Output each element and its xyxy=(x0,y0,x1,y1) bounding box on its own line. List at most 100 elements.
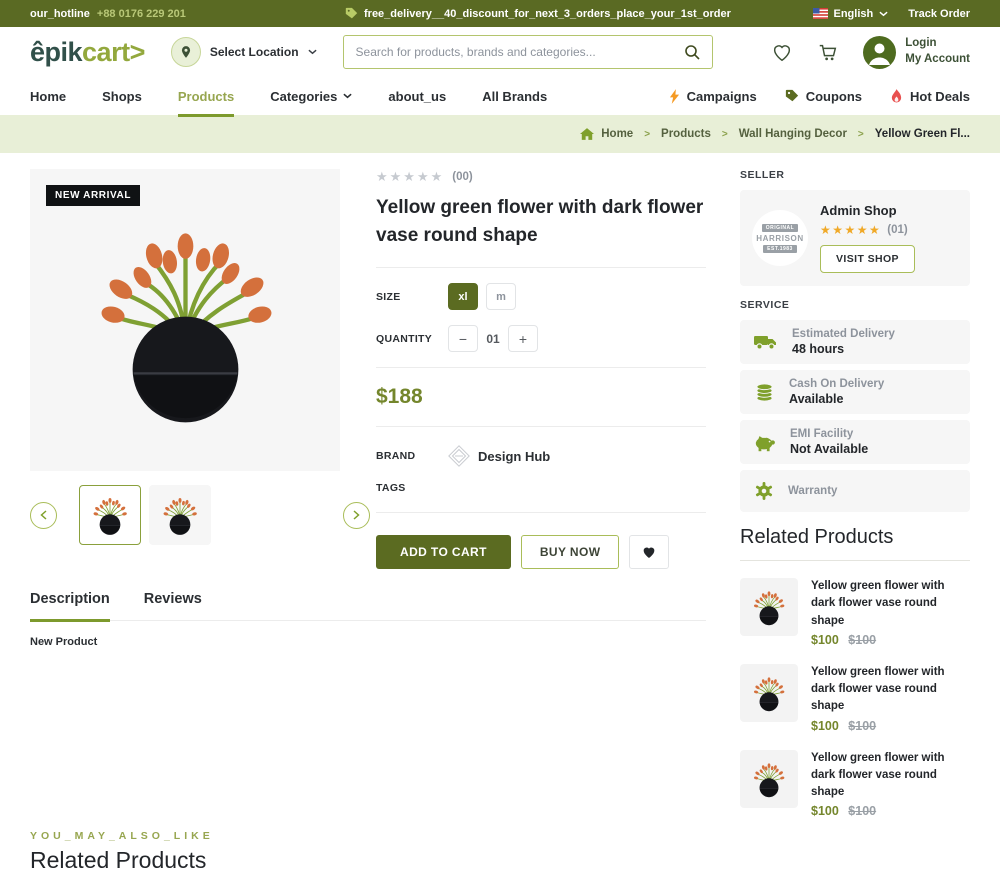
nav-item-all-brands[interactable]: All Brands xyxy=(482,77,547,115)
service-card-warranty: Warranty xyxy=(740,470,970,512)
logo-arrow: > xyxy=(129,36,146,67)
related-product-2[interactable]: Yellow green flower with dark flower vas… xyxy=(740,663,970,733)
nav-item-hot-deals[interactable]: Hot Deals xyxy=(890,77,970,115)
new-arrival-badge: NEW ARRIVAL xyxy=(46,185,141,206)
related-old-price: $100 xyxy=(848,718,877,733)
carousel-next-button[interactable] xyxy=(343,501,370,529)
location-pin-icon xyxy=(170,37,201,67)
add-to-cart-button[interactable]: ADD TO CART xyxy=(376,535,511,570)
promo-banner: free_delivery__40_discount_for_next_3_or… xyxy=(345,7,731,20)
related-product-3[interactable]: Yellow green flower with dark flower vas… xyxy=(740,749,970,819)
login-label: Login xyxy=(905,37,937,50)
related-product-thumb xyxy=(740,749,798,808)
carousel-prev-button[interactable] xyxy=(30,501,57,529)
related-old-price: $100 xyxy=(848,632,877,647)
quantity-increase-button[interactable]: + xyxy=(508,325,538,353)
also-like-heading: Related Products xyxy=(30,847,207,873)
breadcrumb-products[interactable]: Products xyxy=(661,128,711,140)
quantity-decrease-button[interactable]: − xyxy=(448,325,478,353)
tab-reviews[interactable]: Reviews xyxy=(144,591,202,620)
brand-label: BRAND xyxy=(376,450,416,463)
nav-item-home[interactable]: Home xyxy=(30,77,66,115)
language-selector[interactable]: English xyxy=(812,8,889,20)
thumbnail-2[interactable] xyxy=(149,485,211,545)
thumbnail-1[interactable] xyxy=(79,485,141,545)
coins-icon xyxy=(754,382,775,402)
wishlist-heart-button[interactable] xyxy=(629,535,670,570)
nav-item-campaigns[interactable]: Campaigns xyxy=(669,77,757,115)
tag-icon xyxy=(345,7,358,20)
search-bar xyxy=(342,35,713,69)
chevron-down-icon xyxy=(879,11,888,17)
wishlist-icon[interactable] xyxy=(771,41,793,63)
seller-rating-stars: ★★★★★ xyxy=(820,223,882,237)
tags-label: TAGS xyxy=(376,482,406,495)
description-content: New Product xyxy=(30,636,98,649)
quantity-label: QUANTITY xyxy=(376,332,433,345)
product-tabs: Description Reviews New Product xyxy=(30,591,706,648)
product-rating-stars: ★★★★★ xyxy=(376,169,445,184)
related-price: $100 xyxy=(811,804,839,819)
size-option-m[interactable]: m xyxy=(486,283,516,311)
header: êpikcart> Select Location Login My Ac xyxy=(0,27,1000,77)
my-account-label: My Account xyxy=(905,53,970,65)
truck-icon xyxy=(754,333,778,351)
product-price: $188 xyxy=(376,385,423,409)
chevron-down-icon xyxy=(307,49,317,55)
track-order-link[interactable]: Track Order xyxy=(908,8,970,20)
flag-icon xyxy=(812,8,828,19)
related-product-thumb xyxy=(740,663,798,722)
location-selector[interactable]: Select Location xyxy=(170,37,317,67)
seller-section-label: SELLER xyxy=(740,169,785,181)
size-label: SIZE xyxy=(376,290,401,303)
seller-rating-count: (01) xyxy=(887,224,908,236)
seller-card: ORIGINAL HARRISON EST.1983 Admin Shop ★★… xyxy=(740,190,970,286)
quantity-value: 01 xyxy=(486,331,500,346)
cart-icon[interactable] xyxy=(817,41,839,63)
tab-description[interactable]: Description xyxy=(30,591,110,623)
logo[interactable]: êpikcart> xyxy=(30,37,145,68)
piggy-bank-icon xyxy=(754,433,776,452)
gear-icon xyxy=(754,481,774,501)
nav-item-coupons[interactable]: Coupons xyxy=(785,77,862,115)
topbar: our_hotline +88 0176 229 201 free_delive… xyxy=(0,0,1000,27)
product-image: NEW ARRIVAL xyxy=(30,169,340,471)
you-may-also-like-section: YOU_MAY_ALSO_LIKE Related Products VIEW_… xyxy=(0,830,1000,873)
home-icon xyxy=(580,128,595,140)
chevron-down-icon xyxy=(343,93,353,99)
product-rating-count: (00) xyxy=(452,171,473,183)
brand-name[interactable]: Design Hub xyxy=(478,449,550,464)
bolt-icon xyxy=(669,88,680,104)
visit-shop-button[interactable]: VISIT SHOP xyxy=(820,245,915,273)
nav-item-products[interactable]: Products xyxy=(177,79,235,117)
nav-item-categories[interactable]: Categories xyxy=(270,77,353,115)
product-photo-vase xyxy=(68,203,303,438)
product-title: Yellow green flower with dark flower vas… xyxy=(376,197,704,246)
nav-item-about-us[interactable]: about_us xyxy=(388,77,446,115)
main-nav: Home Shops Products Categories about_us … xyxy=(0,77,1000,117)
service-section-label: SERVICE xyxy=(740,299,790,311)
buy-now-button[interactable]: BUY NOW xyxy=(520,535,620,570)
logo-part2: cart xyxy=(82,36,130,67)
account-menu[interactable]: Login My Account xyxy=(863,35,970,69)
breadcrumb-current: Yellow Green Fl... xyxy=(874,128,970,140)
search-input[interactable] xyxy=(355,45,676,59)
brand-logo-icon xyxy=(448,445,470,467)
related-product-1[interactable]: Yellow green flower with dark flower vas… xyxy=(740,578,970,647)
breadcrumb: Home > Products > Wall Hanging Decor > Y… xyxy=(0,115,1000,153)
service-card-delivery: Estimated Delivery 48 hours xyxy=(740,320,970,364)
logo-part1: êpik xyxy=(30,36,83,67)
breadcrumb-home[interactable]: Home xyxy=(580,128,633,140)
seller-name: Admin Shop xyxy=(820,203,897,218)
hotline-number: +88 0176 229 201 xyxy=(96,7,186,20)
location-label: Select Location xyxy=(209,45,299,59)
size-option-xl[interactable]: xl xyxy=(448,283,478,311)
avatar xyxy=(863,35,897,69)
related-old-price: $100 xyxy=(848,804,877,819)
service-card-emi: EMI Facility Not Available xyxy=(740,420,970,464)
search-icon[interactable] xyxy=(684,44,700,60)
nav-item-shops[interactable]: Shops xyxy=(102,77,142,115)
related-price: $100 xyxy=(811,718,839,733)
breadcrumb-category[interactable]: Wall Hanging Decor xyxy=(739,128,847,140)
flame-icon xyxy=(890,88,903,104)
